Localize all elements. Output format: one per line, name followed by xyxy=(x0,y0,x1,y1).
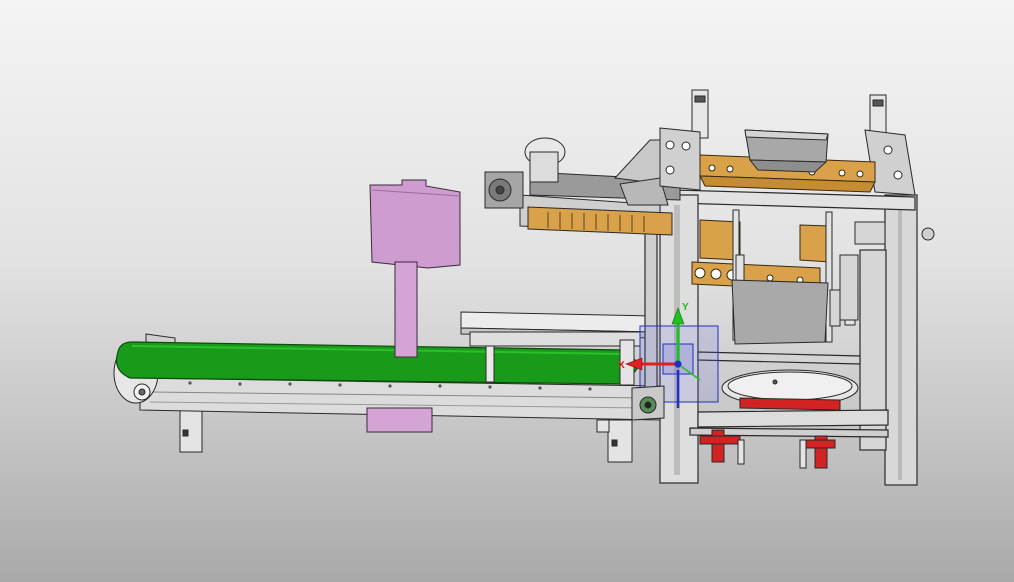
triad-y-label: Y xyxy=(682,302,689,313)
conveyor-drive-unit xyxy=(631,385,665,421)
top-feeder-assembly[interactable] xyxy=(484,137,681,236)
conveyor-belt xyxy=(115,341,641,385)
bag-chute-plate xyxy=(731,279,829,345)
triad-x-label: X xyxy=(618,360,625,371)
3d-model-view[interactable]: Y X xyxy=(0,0,1014,582)
control-box-pole xyxy=(394,261,418,358)
cad-viewport[interactable]: Y X xyxy=(0,0,1014,582)
triad-origin-handle[interactable] xyxy=(674,360,682,368)
conveyor-assembly[interactable] xyxy=(113,333,661,463)
control-box-base-plate xyxy=(366,407,433,433)
weigh-hopper xyxy=(744,129,829,173)
